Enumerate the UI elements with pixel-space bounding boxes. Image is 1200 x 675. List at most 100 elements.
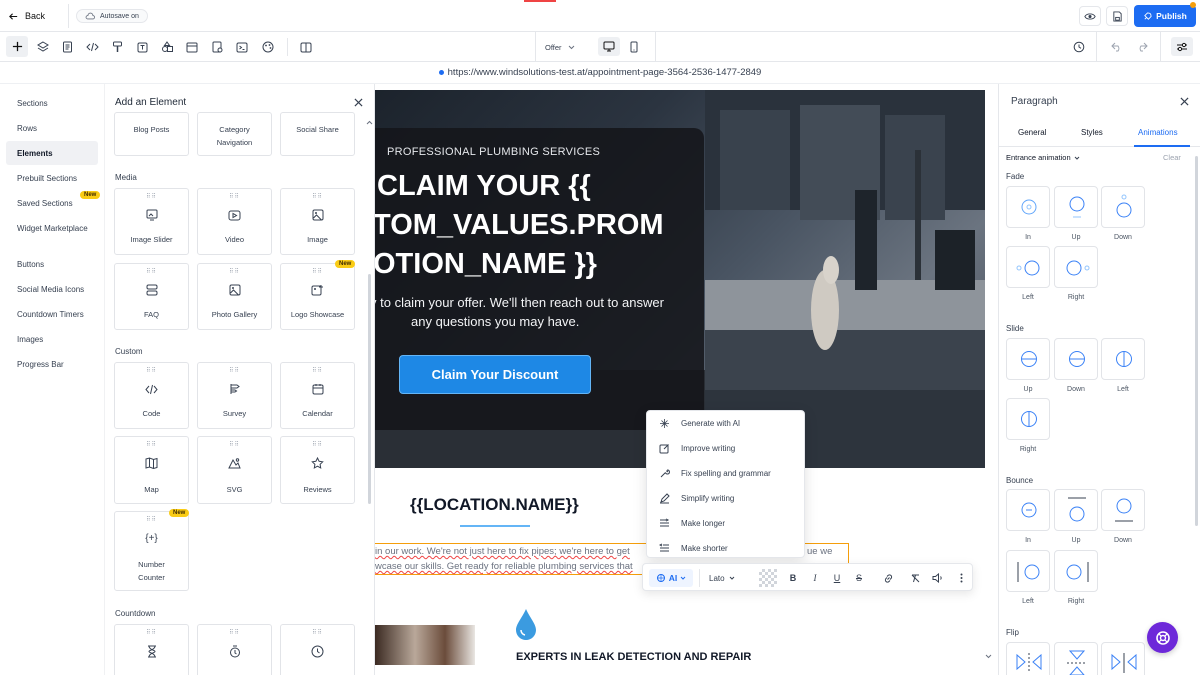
element-social-share[interactable]: Social Share: [280, 112, 355, 156]
anim-slide-down[interactable]: [1054, 338, 1098, 380]
url-text[interactable]: https://www.windsolutions-test.at/appoin…: [448, 67, 762, 78]
link-icon[interactable]: [880, 570, 896, 586]
tab-animations[interactable]: Animations: [1138, 128, 1178, 137]
anim-flip-y[interactable]: [1054, 642, 1098, 675]
anim-bounce-up[interactable]: [1054, 489, 1098, 531]
paragraph-line-1-end[interactable]: ue we: [807, 546, 832, 557]
palette-icon[interactable]: [258, 38, 278, 56]
nav-elements[interactable]: Elements: [6, 141, 98, 165]
shapes-icon[interactable]: [157, 38, 177, 56]
anim-flip-both[interactable]: [1101, 642, 1145, 675]
anim-bounce-left[interactable]: [1006, 550, 1050, 592]
anim-fade-down[interactable]: [1101, 186, 1145, 228]
preview-button[interactable]: [1079, 6, 1101, 26]
history-icon[interactable]: [1069, 38, 1089, 56]
color-swatch[interactable]: [759, 569, 777, 587]
location-title[interactable]: {{LOCATION.NAME}}: [410, 495, 579, 515]
element-day-timer[interactable]: ⠿⠿: [280, 624, 355, 675]
strikethrough-icon[interactable]: S: [851, 570, 867, 586]
help-fab[interactable]: [1147, 622, 1178, 653]
underline-icon[interactable]: U: [829, 570, 845, 586]
nav-prebuilt-sections[interactable]: Prebuilt Sections: [6, 166, 98, 190]
hero-title-line-2[interactable]: TOM_VALUES.PROM: [375, 209, 664, 242]
speaker-icon[interactable]: [930, 570, 946, 586]
save-button[interactable]: [1106, 6, 1128, 26]
menu-make-shorter[interactable]: Make shorter: [647, 536, 806, 561]
element-image[interactable]: ⠿⠿ Image: [280, 188, 355, 255]
anim-slide-up[interactable]: [1006, 338, 1050, 380]
anim-bounce-in[interactable]: [1006, 489, 1050, 531]
element-category-navigation[interactable]: Category Navigation: [197, 112, 272, 156]
nav-rows[interactable]: Rows: [6, 116, 98, 140]
device-select[interactable]: Offer: [545, 40, 587, 54]
nav-countdown-timers[interactable]: Countdown Timers: [6, 302, 98, 326]
anim-fade-left[interactable]: [1006, 246, 1050, 288]
nav-sections[interactable]: Sections: [6, 91, 98, 115]
element-image-slider[interactable]: ⠿⠿ Image Slider: [114, 188, 189, 255]
redo-icon[interactable]: [1132, 38, 1152, 56]
text-icon[interactable]: [132, 38, 152, 56]
feature-title[interactable]: EXPERTS IN LEAK DETECTION AND REPAIR: [516, 651, 751, 663]
element-map[interactable]: ⠿⠿ Map: [114, 436, 189, 504]
element-code[interactable]: ⠿⠿ Code: [114, 362, 189, 429]
anim-fade-right[interactable]: [1054, 246, 1098, 288]
layers-icon[interactable]: [33, 38, 53, 56]
feature-image[interactable]: [375, 625, 475, 665]
element-number-counter[interactable]: ⠿⠿ {+} Number Counter: [114, 511, 189, 591]
element-minute-timer[interactable]: ⠿⠿: [197, 624, 272, 675]
element-video[interactable]: ⠿⠿ Video: [197, 188, 272, 255]
ai-button[interactable]: AI: [649, 569, 693, 587]
autosave-badge[interactable]: Autosave on: [76, 9, 148, 23]
undo-icon[interactable]: [1107, 38, 1127, 56]
pages-icon[interactable]: [57, 38, 77, 56]
anim-fade-up[interactable]: [1054, 186, 1098, 228]
bold-icon[interactable]: B: [785, 570, 801, 586]
tab-general[interactable]: General: [1018, 128, 1046, 137]
hero-body-line-2[interactable]: any questions you may have.: [411, 314, 579, 329]
more-vertical-icon[interactable]: [953, 570, 969, 586]
element-logo-showcase[interactable]: ⠿⠿ Logo Showcase: [280, 263, 355, 330]
nav-images[interactable]: Images: [6, 327, 98, 351]
paint-icon[interactable]: [107, 38, 127, 56]
desktop-view-button[interactable]: [598, 37, 620, 56]
nav-widget-marketplace[interactable]: Widget Marketplace: [6, 216, 98, 240]
layout-icon[interactable]: [182, 38, 202, 56]
anim-slide-right[interactable]: [1006, 398, 1050, 440]
settings-button[interactable]: [1171, 37, 1193, 56]
tab-styles[interactable]: Styles: [1081, 128, 1103, 137]
hero-body-line-1[interactable]: y to claim your offer. We'll then reach …: [375, 295, 664, 310]
close-panel-button[interactable]: [1177, 94, 1191, 108]
anim-bounce-right[interactable]: [1054, 550, 1098, 592]
hero-kicker[interactable]: PROFESSIONAL PLUMBING SERVICES: [387, 146, 600, 158]
hero-title-line-1[interactable]: CLAIM YOUR {{: [377, 170, 591, 203]
menu-generate-with-ai[interactable]: Generate with AI: [647, 411, 806, 436]
canvas-scroll-down-icon[interactable]: [985, 654, 992, 659]
back-button[interactable]: Back: [8, 8, 45, 24]
paragraph-line-2[interactable]: wcase our skills. Get ready for reliable…: [375, 561, 633, 572]
paragraph-line-1[interactable]: in our work. We're not just here to fix …: [375, 546, 630, 557]
element-svg[interactable]: ⠿⠿ SVG: [197, 436, 272, 504]
element-survey[interactable]: ⠿⠿ Survey: [197, 362, 272, 429]
code-icon[interactable]: [82, 38, 102, 56]
italic-icon[interactable]: I: [807, 570, 823, 586]
nav-social-media-icons[interactable]: Social Media Icons: [6, 277, 98, 301]
scrollbar[interactable]: [1195, 156, 1198, 526]
anim-bounce-down[interactable]: [1101, 489, 1145, 531]
form-icon[interactable]: [207, 38, 227, 56]
entrance-animation-select[interactable]: Entrance animation: [1006, 153, 1080, 162]
terminal-icon[interactable]: [232, 38, 252, 56]
scrollbar[interactable]: [368, 274, 371, 504]
element-reviews[interactable]: ⠿⠿ Reviews: [280, 436, 355, 504]
element-faq[interactable]: ⠿⠿ FAQ: [114, 263, 189, 330]
cta-button[interactable]: Claim Your Discount: [399, 355, 591, 394]
scroll-up-icon[interactable]: [366, 120, 373, 125]
element-blog-posts[interactable]: Blog Posts: [114, 112, 189, 156]
hero-title-line-3[interactable]: OTION_NAME }}: [375, 248, 597, 281]
publish-button[interactable]: Publish: [1134, 5, 1196, 27]
nav-progress-bar[interactable]: Progress Bar: [6, 352, 98, 376]
clear-format-icon[interactable]: [907, 570, 923, 586]
clear-button[interactable]: Clear: [1163, 153, 1181, 162]
menu-fix-spelling[interactable]: Fix spelling and grammar: [647, 461, 806, 486]
nav-buttons[interactable]: Buttons: [6, 252, 98, 276]
menu-improve-writing[interactable]: Improve writing: [647, 436, 806, 461]
